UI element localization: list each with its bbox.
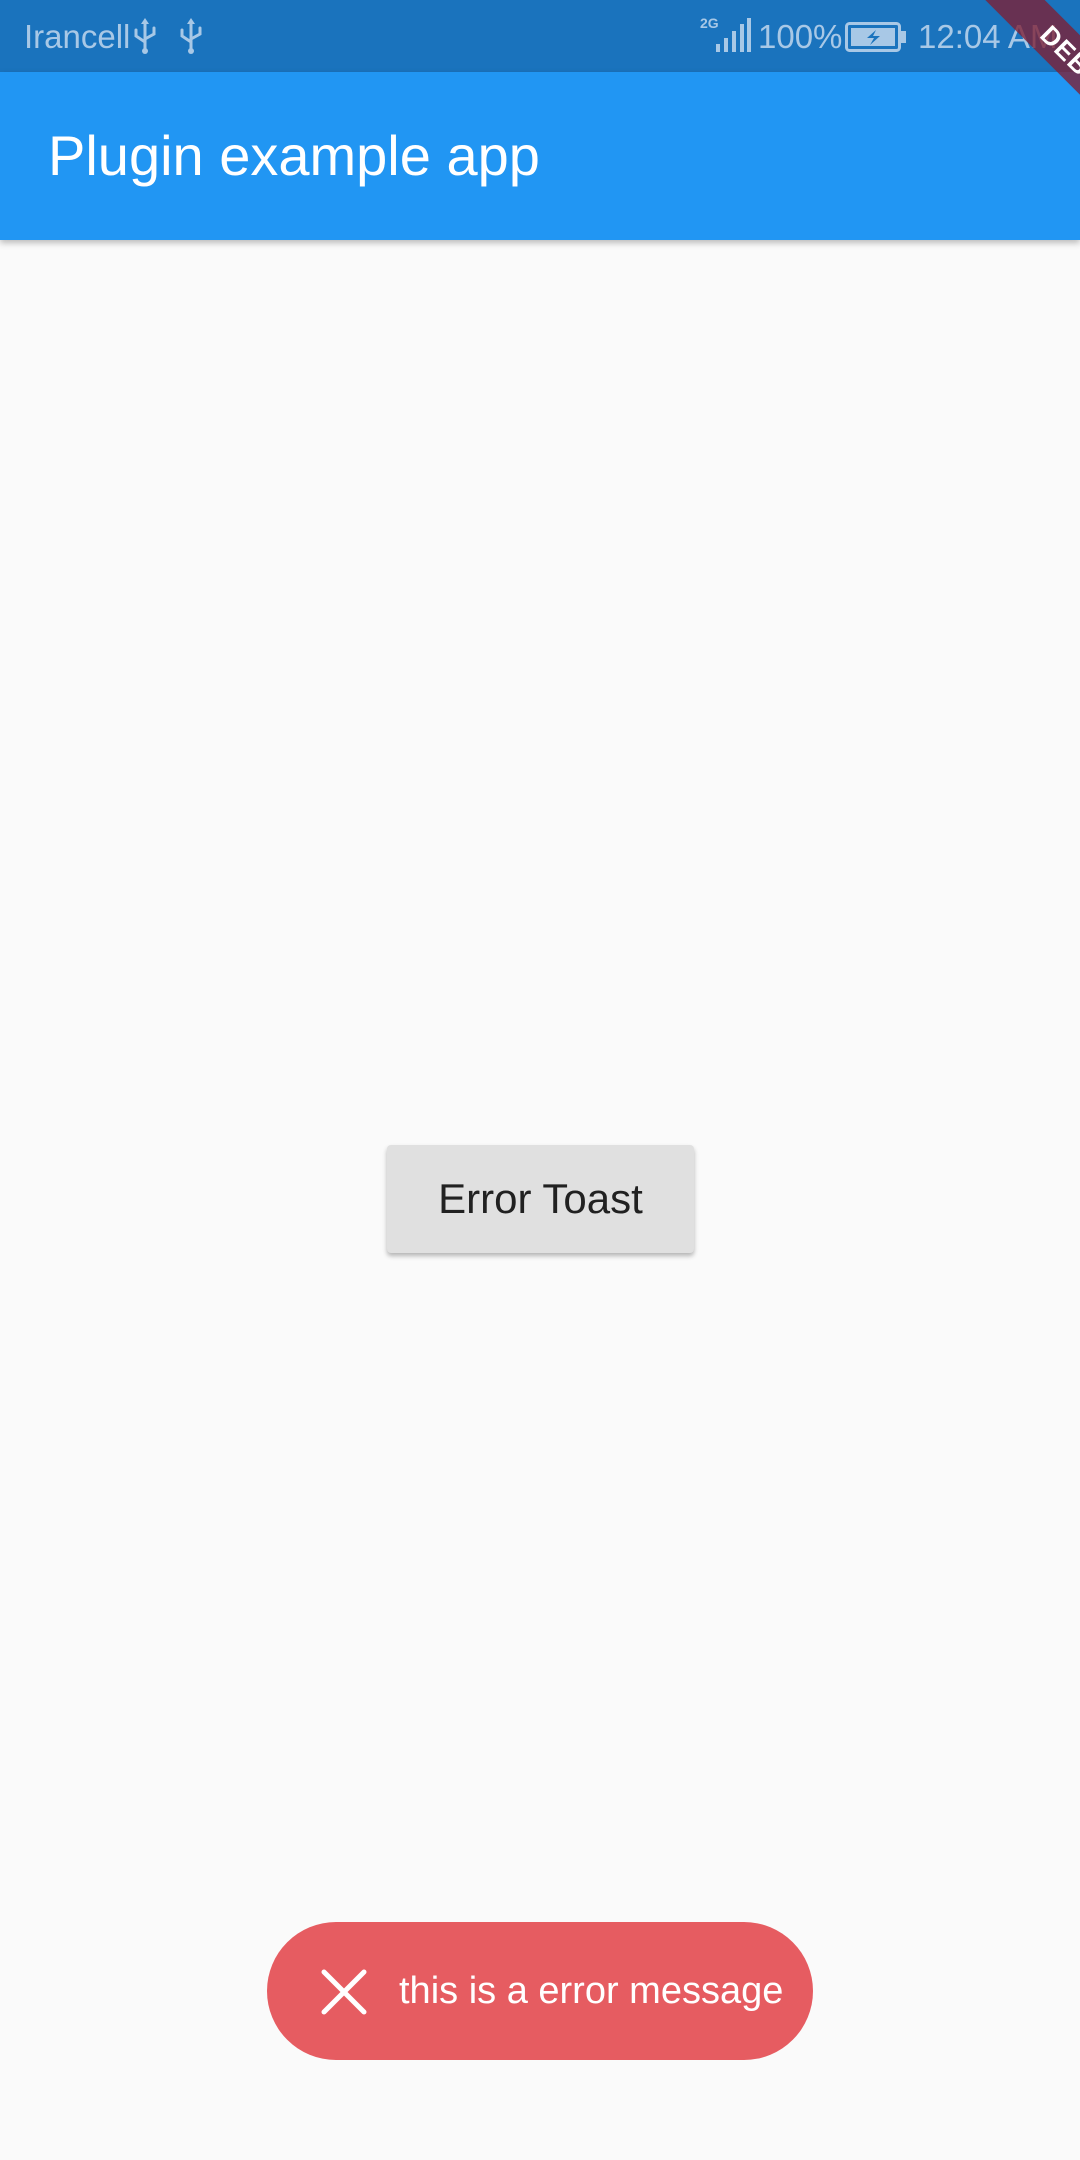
battery-charging-icon — [845, 22, 907, 52]
error-toast-button[interactable]: Error Toast — [387, 1145, 694, 1253]
status-bar: Irancell 2G 100% 12:04 AM — [0, 0, 1080, 72]
app-bar: Plugin example app — [0, 72, 1080, 240]
signal-icon: 2G — [700, 16, 754, 56]
carrier-name: Irancell — [24, 18, 131, 55]
usb-icon — [176, 16, 206, 56]
close-icon — [319, 1967, 369, 2017]
app-title: Plugin example app — [48, 124, 540, 187]
usb-icon — [130, 16, 160, 56]
battery-percentage: 100% — [758, 18, 843, 55]
debug-banner: DEBUG — [0, 0, 1080, 2160]
toast-message: this is a error message — [399, 1970, 784, 2012]
clock: 12:04 AM — [918, 18, 1058, 55]
error-toast: this is a error message — [267, 1922, 813, 2060]
